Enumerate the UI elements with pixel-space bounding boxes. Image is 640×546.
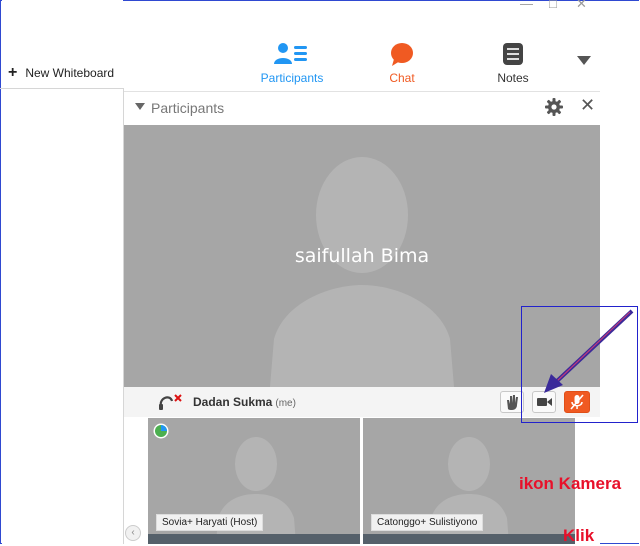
participants-panel-header: Participants ✕ <box>124 94 600 122</box>
close-window-button[interactable]: ✕ <box>576 0 587 12</box>
left-panel-divider <box>0 88 123 89</box>
maximize-button[interactable]: □ <box>549 0 557 11</box>
host-status-icon <box>153 423 169 439</box>
tab-notes-label: Notes <box>497 71 529 85</box>
annotation-highlight-box <box>521 306 638 423</box>
plus-icon: + <box>8 64 18 81</box>
tab-participants-label: Participants <box>260 71 324 85</box>
new-whiteboard-label: New Whiteboard <box>25 66 115 80</box>
tab-chat[interactable]: Chat <box>380 42 424 85</box>
annotation-label-click: Klik <box>563 526 595 545</box>
participant-thumbnail[interactable]: Sovia+ Haryati (Host) <box>148 418 360 544</box>
tabs-divider <box>124 91 600 92</box>
thumbnail-strip-edge <box>148 534 360 544</box>
whiteboard-panel: + New Whiteboard <box>2 0 123 544</box>
notes-icon <box>503 43 523 65</box>
thumbnail-name-label: Catonggo+ Sulistiyono <box>371 514 484 531</box>
tab-notes[interactable]: Notes <box>490 42 536 85</box>
annotation-label-camera: ikon Kamera <box>519 474 622 493</box>
close-panel-icon[interactable]: ✕ <box>580 95 595 116</box>
minimize-button[interactable]: — <box>520 0 533 11</box>
tab-chat-label: Chat <box>389 71 415 85</box>
new-whiteboard-button[interactable]: + New Whiteboard <box>8 65 114 81</box>
thumbnail-prev-button[interactable]: ‹ <box>125 525 141 541</box>
participants-icon <box>274 43 307 64</box>
chat-bubble-icon <box>391 43 413 66</box>
me-tag: (me) <box>275 398 296 409</box>
self-participant-name: Dadan Sukma (me) <box>193 395 296 409</box>
raise-hand-icon <box>507 395 518 410</box>
participants-panel-title: Participants <box>151 100 225 116</box>
self-name: Dadan Sukma <box>193 395 273 409</box>
tab-participants[interactable]: Participants <box>256 42 328 85</box>
thumbnail-name-label: Sovia+ Haryati (Host) <box>156 514 264 531</box>
main-video-participant-name: saifullah Bima <box>294 245 430 267</box>
thumbnail-strip-edge <box>363 534 575 544</box>
more-tabs-dropdown[interactable] <box>577 56 591 65</box>
gear-icon[interactable] <box>545 98 563 116</box>
headset-muted-icon <box>159 394 182 410</box>
collapse-triangle-icon[interactable] <box>135 103 145 110</box>
